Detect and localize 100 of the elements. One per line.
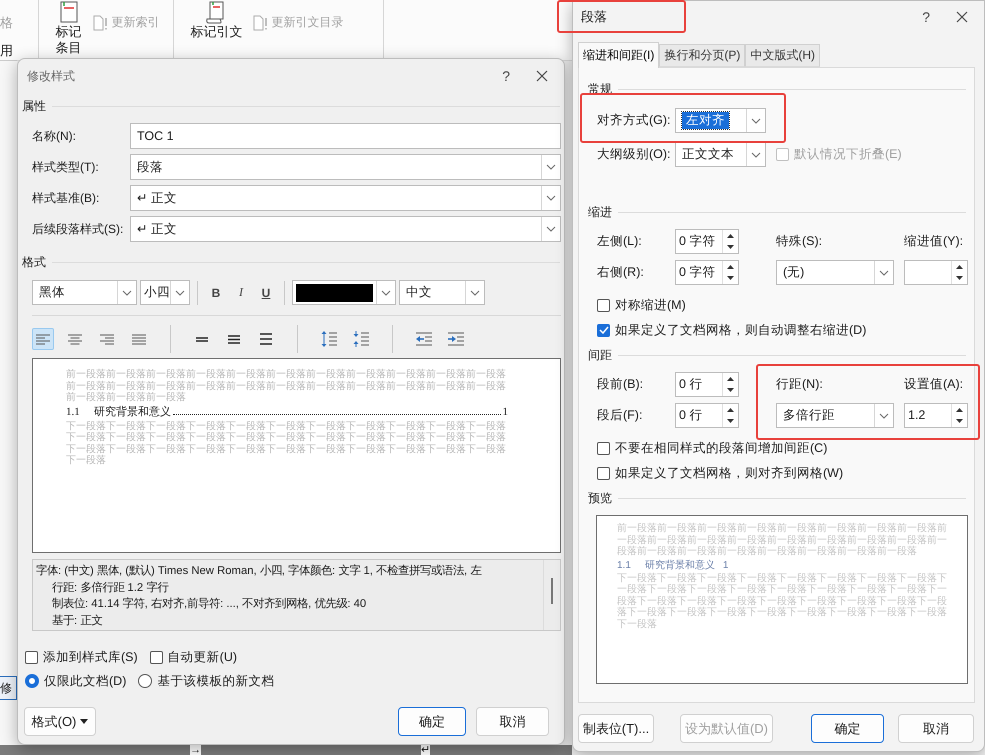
format-menu-button[interactable]: 格式(O)	[24, 707, 96, 736]
help-button[interactable]: ?	[922, 9, 930, 25]
close-icon[interactable]	[536, 70, 548, 82]
field-label: 后续段落样式(S):	[32, 221, 124, 238]
format-button[interactable]: U	[255, 282, 277, 304]
line-spacing-icon	[258, 333, 274, 345]
field-label: 样式基准(B):	[32, 190, 100, 207]
radio-label: 基于该模板的新文档	[157, 672, 274, 690]
field-label: 特殊(S):	[776, 233, 824, 250]
chevron-down-icon	[751, 118, 761, 124]
spin-value: 1.2	[907, 407, 926, 424]
ribbon-button[interactable]: 标记引文	[190, 0, 242, 40]
spin-field[interactable]: 0 字符	[675, 229, 739, 254]
ribbon-button[interactable]: 标记条目	[55, 0, 82, 56]
chevron-down-icon	[122, 290, 132, 296]
dropdown[interactable]: (无)	[776, 260, 894, 285]
up-triangle-icon	[727, 264, 734, 269]
field-label: 缩进值(Y):	[904, 233, 964, 250]
dialog-button[interactable]: 取消	[898, 714, 974, 743]
dropdown[interactable]: 多倍行距	[776, 403, 894, 428]
spacing-arrows-icon	[320, 330, 338, 348]
text-field[interactable]: TOC 1	[130, 123, 561, 149]
down-triangle-icon	[727, 419, 734, 424]
dropdown[interactable]: ↵ 正文	[130, 216, 561, 242]
section-heading: 缩进	[588, 204, 612, 220]
tab[interactable]: 换行和分页(P)	[659, 44, 746, 67]
radio-label: 仅限此文档(D)	[44, 672, 126, 690]
dialog-button[interactable]: 制表位(T)...	[578, 714, 654, 743]
size-dropdown[interactable]: 小四	[140, 280, 190, 305]
dropdown[interactable]: 正文文本	[675, 142, 766, 167]
spin-field[interactable]: 1.2	[904, 403, 968, 428]
down-triangle-icon	[956, 419, 963, 424]
field-label: 右侧(R):	[597, 264, 645, 281]
checkbox-label: 对称缩进(M)	[615, 296, 686, 314]
ribbon-label[interactable]: 用	[0, 42, 38, 60]
down-triangle-icon	[727, 388, 734, 392]
side-tab[interactable]: 修	[0, 676, 17, 700]
entry-title: 研究背景和意义	[644, 558, 715, 572]
preview-text: 前一段落前一段落前一段落前一段落前一段落前一段落前一段落前一段落前一段落前一段落前一段落前一段落前一段落前一段落前一段落前一段落前一段落前一段落前一段落前一段落前一段落前一段落前一段落前一段落前一段落	[66, 369, 507, 404]
window-title: 修改样式	[27, 68, 76, 84]
section-heading: 属性	[22, 98, 46, 114]
spin-field[interactable]: 0 行	[675, 403, 739, 428]
checkbox-label: 不要在相同样式的段落间增加间距(C)	[615, 440, 828, 456]
dropdown[interactable]: 段落	[130, 154, 561, 180]
align-icon	[98, 332, 116, 346]
field-label: 段后(F):	[597, 407, 644, 424]
dialog-button[interactable]: 确定	[811, 714, 884, 743]
font-dropdown[interactable]: 黑体	[32, 280, 137, 305]
checkbox[interactable]	[150, 650, 163, 664]
down-triangle-icon	[727, 276, 734, 280]
indent-icon	[447, 332, 465, 346]
checkbox[interactable]	[597, 298, 610, 312]
tab[interactable]: 缩进和间距(I)	[578, 42, 660, 68]
entry-number: 1.1	[617, 558, 631, 572]
spin-field[interactable]: 0 行	[675, 372, 739, 397]
close-icon[interactable]	[956, 11, 968, 23]
chevron-down-icon	[879, 412, 889, 418]
preview-text: 下一段落下一段落下一段落下一段落下一段落下一段落下一段落下一段落下一段落下一段落下一段落下一段落下一段落下一段落下一段落下一段落下一段落下一段落下一段落下一段落下一段落下一段落下一段落下一段落下一段落下一段落下一段落下一段落下一段落下一段落下一段落下一段落下一段落下一段落	[617, 572, 947, 630]
line-spacing-icon	[226, 333, 242, 345]
checkbox[interactable]	[597, 466, 610, 480]
dropdown[interactable]: 左对齐	[675, 108, 766, 133]
dialog-button[interactable]: 取消	[476, 707, 549, 736]
checkbox[interactable]	[25, 650, 38, 664]
format-button[interactable]: I	[230, 282, 252, 304]
tab[interactable]: 中文版式(H)	[745, 44, 820, 67]
checkbox[interactable]	[597, 324, 610, 336]
spin-field[interactable]: 0 字符	[675, 260, 739, 285]
radio-button[interactable]	[138, 674, 152, 688]
scrollbar-thumb[interactable]	[551, 578, 553, 604]
radio-button[interactable]	[25, 674, 39, 688]
field-label: 样式类型(T):	[32, 159, 100, 176]
section-heading: 间距	[588, 346, 612, 364]
checkbox-label: 如果定义了文档网格，则对齐到网格(W)	[615, 464, 844, 482]
description-line: 字体: (中文) 黑体, (默认) Times New Roman, 小四, 字体颜色: 文字 1, 不检查拼写或语法, 左	[36, 563, 482, 579]
description-line: 制表位: 41.14 字符, 右对齐,前导符: ..., 不对齐到网格, 优先级: 40	[51, 596, 368, 612]
field-label: 大纲级别(O):	[597, 146, 672, 163]
entry-number: 1.1	[66, 404, 80, 420]
checkbox[interactable]	[597, 442, 610, 454]
format-button[interactable]: B	[205, 282, 227, 304]
chevron-down-icon	[546, 164, 556, 170]
section-heading: 格式	[22, 254, 46, 270]
spin-field[interactable]	[904, 260, 968, 285]
entry-title: 研究背景和意义	[94, 404, 171, 420]
checkbox-label: 如果定义了文档网格，则自动调整右缩进(D)	[615, 322, 866, 338]
field-label: 设置值(A):	[904, 376, 964, 393]
checkbox-label: 添加到样式库(S)	[43, 648, 138, 666]
align-icon	[34, 332, 52, 346]
entry-page: 1	[722, 558, 728, 572]
color-dropdown[interactable]	[292, 280, 396, 305]
dropdown[interactable]: ↵ 正文	[130, 185, 561, 211]
dialog-button[interactable]: 确定	[398, 707, 466, 736]
up-triangle-icon	[727, 376, 734, 381]
indent-icon	[415, 332, 433, 346]
help-button[interactable]: ?	[502, 68, 510, 84]
language-dropdown[interactable]: 中文	[399, 280, 485, 305]
down-triangle-icon	[727, 245, 734, 250]
description-line: 基于: 正文	[51, 614, 104, 628]
chevron-down-icon	[470, 290, 480, 296]
spin-value: 0 字符	[678, 233, 716, 250]
page-alert-icon	[92, 14, 108, 30]
